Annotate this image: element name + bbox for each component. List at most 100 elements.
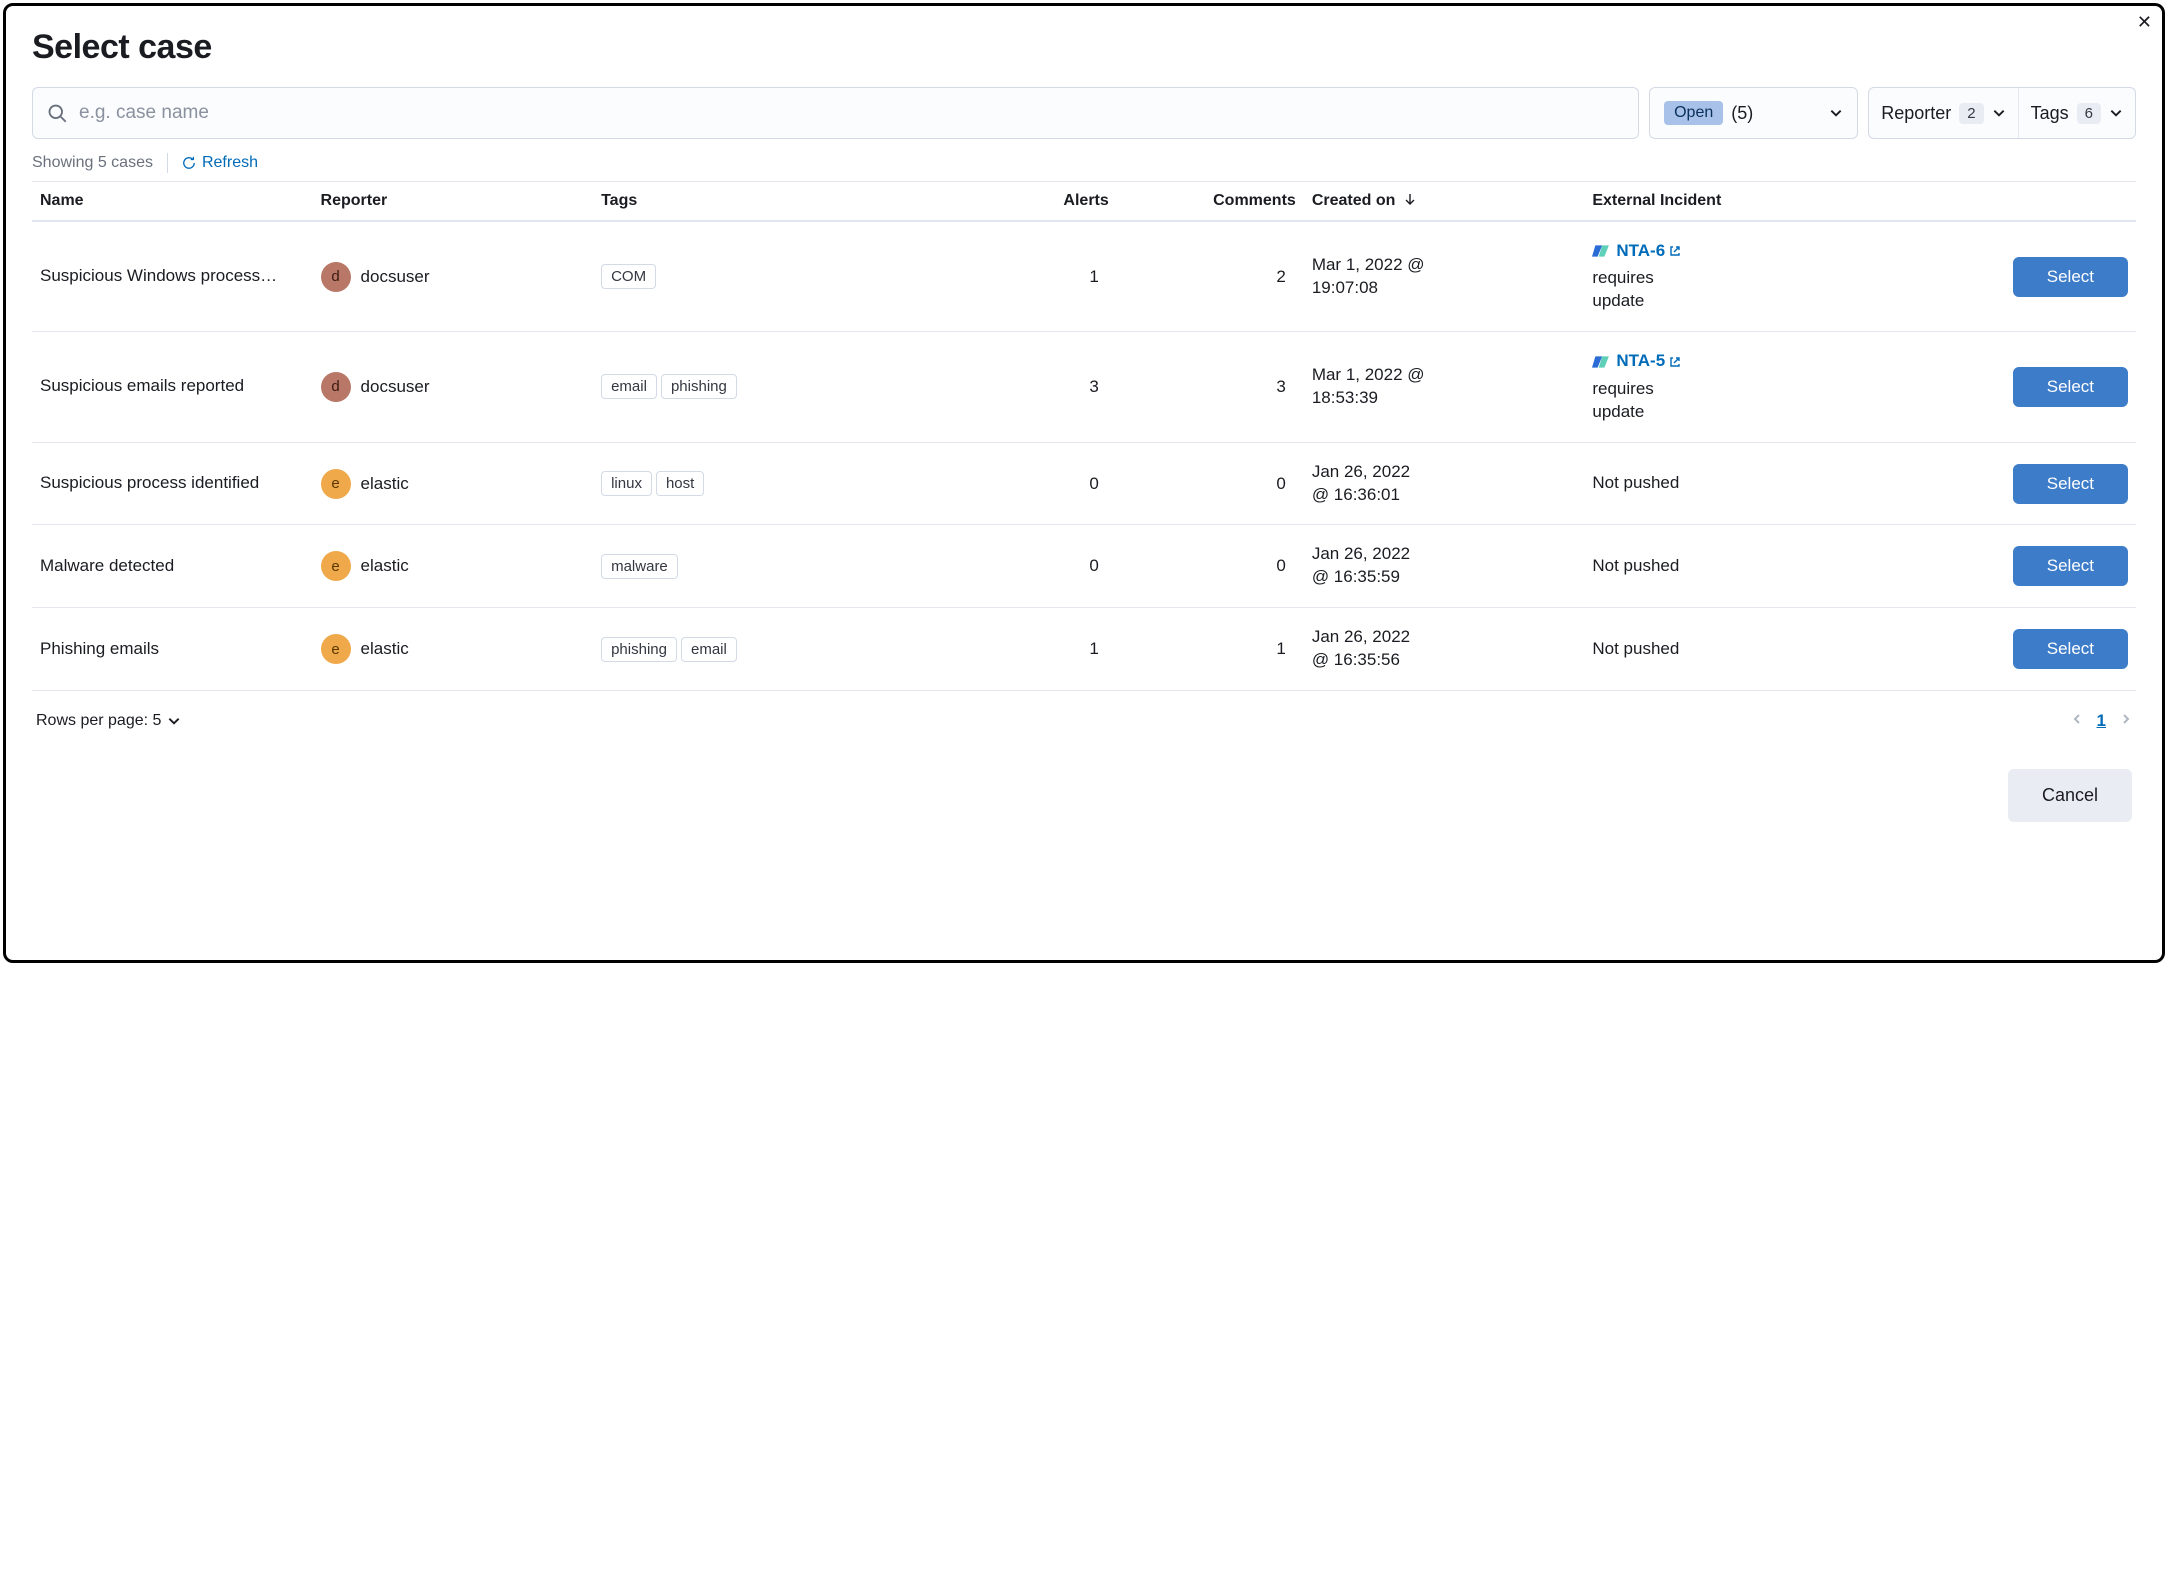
alerts-count: 0 — [967, 442, 1117, 525]
reporter-tags-filter-group: Reporter 2 Tags 6 — [1868, 87, 2136, 139]
table-row: Malware detectedeelasticmalware00Jan 26,… — [32, 525, 2136, 608]
created-on: Mar 1, 2022 @19:07:08 — [1304, 221, 1585, 332]
created-on: Jan 26, 2022@ 16:36:01 — [1304, 442, 1585, 525]
avatar: d — [321, 372, 351, 402]
tag-chip[interactable]: host — [656, 471, 704, 496]
external-link[interactable]: NTA-6 — [1592, 240, 1681, 263]
refresh-icon — [182, 156, 196, 170]
tag-chip[interactable]: phishing — [601, 637, 677, 662]
modal-title: Select case — [32, 28, 2136, 67]
tag-chip[interactable]: malware — [601, 554, 678, 579]
cases-table: Name Reporter Tags Alerts Comments Creat… — [32, 181, 2136, 691]
search-input[interactable] — [77, 101, 1624, 125]
external-incident: Not pushed — [1584, 525, 1855, 608]
select-button[interactable]: Select — [2013, 367, 2128, 407]
showing-count: Showing 5 cases — [32, 154, 153, 172]
alerts-count: 1 — [967, 221, 1117, 332]
reporter-cell: eelastic — [313, 608, 594, 691]
reporter-cell: d docsuser — [313, 332, 594, 442]
tag-chip[interactable]: email — [681, 637, 737, 662]
tags-filter-label: Tags — [2031, 103, 2069, 124]
refresh-button[interactable]: Refresh — [182, 154, 258, 172]
tags-cell: emailphishing — [593, 332, 967, 442]
col-name[interactable]: Name — [32, 182, 313, 222]
tag-chip[interactable]: linux — [601, 471, 652, 496]
table-row: Suspicious Windows process… d docsuser COM 1… — [32, 221, 2136, 332]
tags-cell: phishingemail — [593, 608, 967, 691]
select-button[interactable]: Select — [2013, 546, 2128, 586]
tags-cell: malware — [593, 525, 967, 608]
reporter-name: docsuser — [361, 377, 430, 397]
alerts-count: 3 — [967, 332, 1117, 442]
select-button[interactable]: Select — [2013, 257, 2128, 297]
external-incident: NTA-5requiresupdate — [1584, 332, 1855, 442]
cancel-button[interactable]: Cancel — [2008, 769, 2132, 822]
avatar: e — [321, 634, 351, 664]
reporter-name: docsuser — [361, 267, 430, 287]
avatar: e — [321, 551, 351, 581]
case-name[interactable]: Suspicious Windows process… — [32, 221, 313, 332]
page-number[interactable]: 1 — [2097, 711, 2106, 731]
tags-filter[interactable]: Tags 6 — [2018, 88, 2135, 138]
comments-count: 1 — [1117, 608, 1304, 691]
page-next[interactable] — [2120, 712, 2132, 731]
reporter-cell: d docsuser — [313, 221, 594, 332]
reporter-filter-label: Reporter — [1881, 103, 1951, 124]
col-tags[interactable]: Tags — [593, 182, 967, 222]
tag-chip[interactable]: email — [601, 374, 657, 399]
close-icon[interactable]: ✕ — [2137, 12, 2152, 33]
status-count: (5) — [1731, 103, 1753, 124]
avatar: d — [321, 262, 351, 292]
popout-icon — [1669, 245, 1681, 257]
comments-count: 2 — [1117, 221, 1304, 332]
comments-count: 3 — [1117, 332, 1304, 442]
comments-count: 0 — [1117, 442, 1304, 525]
case-name[interactable]: Suspicious emails reported — [32, 332, 313, 442]
tags-cell: COM — [593, 221, 967, 332]
case-name[interactable]: Phishing emails — [32, 608, 313, 691]
table-row: Suspicious process identifiedeelasticlin… — [32, 442, 2136, 525]
alerts-count: 0 — [967, 525, 1117, 608]
created-on: Mar 1, 2022 @18:53:39 — [1304, 332, 1585, 442]
chevron-down-icon — [2109, 106, 2123, 120]
external-incident: Not pushed — [1584, 442, 1855, 525]
external-incident: NTA-6requiresupdate — [1584, 221, 1855, 332]
tags-count-badge: 6 — [2077, 103, 2101, 124]
search-input-wrapper[interactable] — [32, 87, 1639, 139]
status-filter[interactable]: Open (5) — [1649, 87, 1858, 139]
chevron-down-icon — [167, 714, 181, 728]
col-created[interactable]: Created on — [1304, 182, 1585, 222]
col-external[interactable]: External Incident — [1584, 182, 1855, 222]
page-prev[interactable] — [2071, 712, 2083, 731]
col-comments[interactable]: Comments — [1117, 182, 1304, 222]
alerts-count: 1 — [967, 608, 1117, 691]
status-pill: Open — [1664, 101, 1723, 125]
swimlane-icon — [1592, 242, 1610, 260]
select-button[interactable]: Select — [2013, 629, 2128, 669]
reporter-name: elastic — [361, 474, 409, 494]
table-row: Suspicious emails reported d docsuser email… — [32, 332, 2136, 442]
tag-chip[interactable]: phishing — [661, 374, 737, 399]
reporter-cell: eelastic — [313, 442, 594, 525]
chevron-down-icon — [1992, 106, 2006, 120]
tag-chip[interactable]: COM — [601, 264, 656, 289]
tags-cell: linuxhost — [593, 442, 967, 525]
chevron-down-icon — [1829, 106, 1843, 120]
rows-per-page-label: Rows per page: 5 — [36, 712, 161, 730]
comments-count: 0 — [1117, 525, 1304, 608]
case-name[interactable]: Malware detected — [32, 525, 313, 608]
sort-desc-icon — [1404, 193, 1416, 205]
rows-per-page-select[interactable]: Rows per page: 5 — [36, 712, 181, 730]
select-button[interactable]: Select — [2013, 464, 2128, 504]
reporter-cell: eelastic — [313, 525, 594, 608]
pagination: 1 — [2071, 711, 2132, 731]
reporter-count-badge: 2 — [1959, 103, 1983, 124]
col-reporter[interactable]: Reporter — [313, 182, 594, 222]
swimlane-icon — [1592, 353, 1610, 371]
popout-icon — [1669, 356, 1681, 368]
created-on: Jan 26, 2022@ 16:35:59 — [1304, 525, 1585, 608]
reporter-filter[interactable]: Reporter 2 — [1869, 88, 2017, 138]
external-link[interactable]: NTA-5 — [1592, 350, 1681, 373]
case-name[interactable]: Suspicious process identified — [32, 442, 313, 525]
col-alerts[interactable]: Alerts — [967, 182, 1117, 222]
